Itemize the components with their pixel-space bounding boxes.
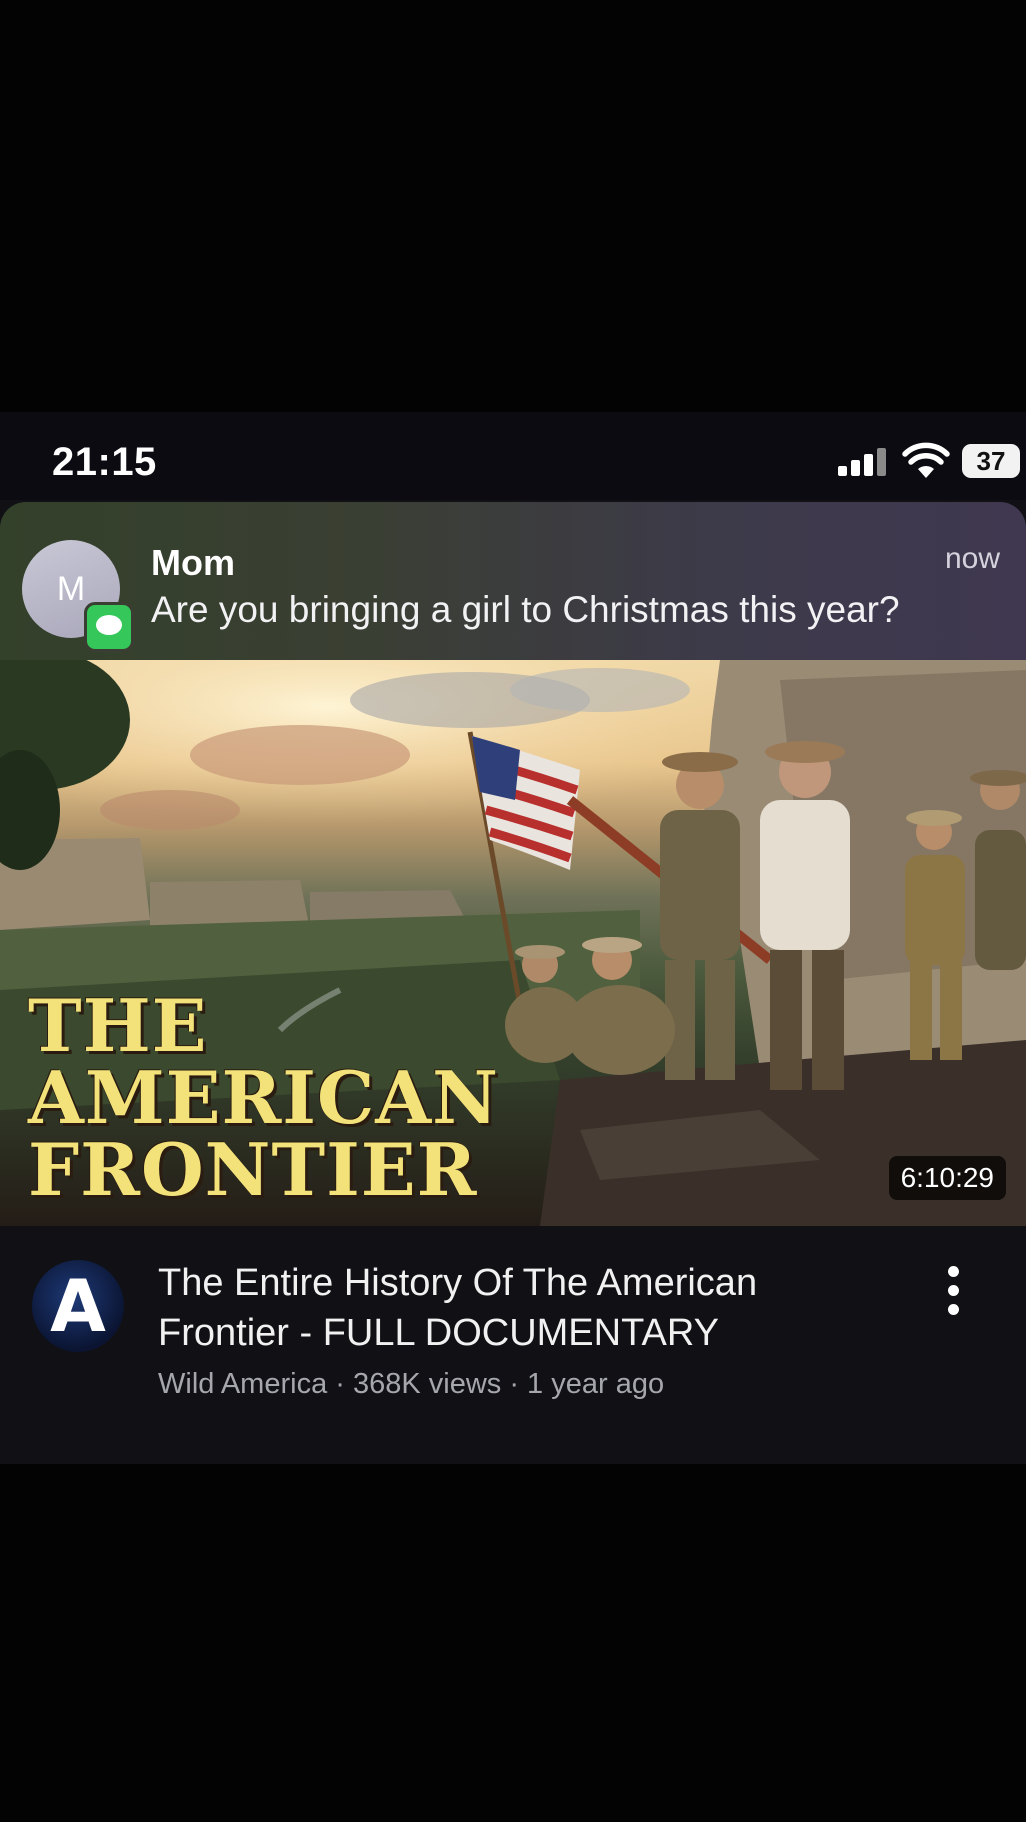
thumbnail-title-line: THE <box>28 983 208 1068</box>
channel-avatar-letter: A <box>50 1264 106 1348</box>
video-duration-badge: 6:10:29 <box>888 1156 1006 1200</box>
status-bar: 21:15 37 <box>0 412 1026 500</box>
more-options-icon[interactable] <box>938 1266 968 1316</box>
battery-icon: 37 <box>962 444 1020 478</box>
video-title[interactable]: The Entire History Of The American Front… <box>158 1258 878 1358</box>
thumbnail-title-line: FRONTIER <box>28 1127 478 1212</box>
signal-icon <box>838 448 888 476</box>
clock: 21:15 <box>52 440 157 484</box>
phone-screen: 21:15 37 M Mom now Are you bringing a gi… <box>0 412 1026 1464</box>
message-notification[interactable]: M Mom now Are you bringing a girl to Chr… <box>0 502 1026 660</box>
notification-message: Are you bringing a girl to Christmas thi… <box>151 589 900 630</box>
wifi-icon <box>902 442 950 478</box>
channel-avatar[interactable]: A <box>32 1260 124 1352</box>
video-metadata: Wild America · 368K views · 1 year ago <box>158 1368 665 1400</box>
thumbnail-title-line: AMERICAN <box>28 1055 499 1140</box>
notification-sender: Mom <box>151 542 235 583</box>
messages-icon <box>84 602 134 652</box>
thumbnail-title: THE AMERICAN FRONTIER <box>28 990 499 1206</box>
notification-time: now <box>944 542 1000 575</box>
video-thumbnail[interactable]: THE AMERICAN FRONTIER 6:10:29 <box>0 660 1026 1226</box>
